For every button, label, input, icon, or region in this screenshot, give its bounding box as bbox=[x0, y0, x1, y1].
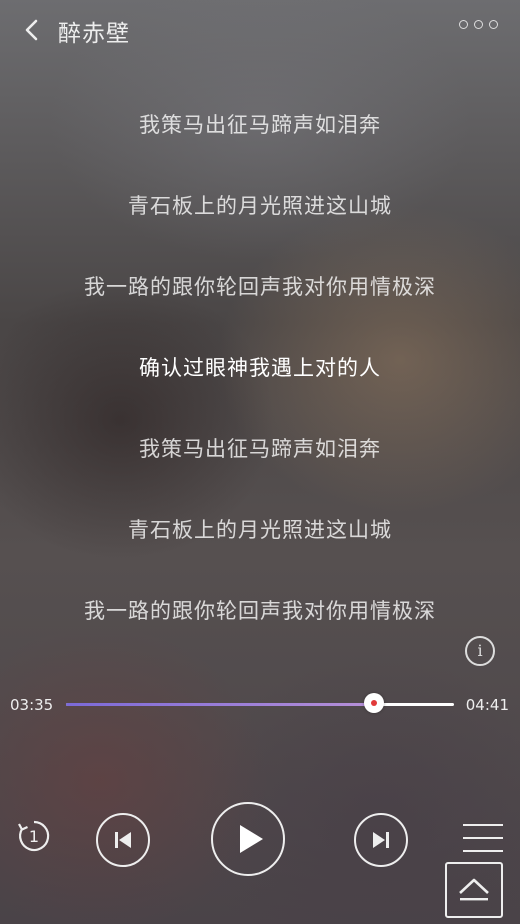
more-horizontal-icon[interactable] bbox=[459, 20, 498, 29]
lyric-line: 我一路的跟你轮回声我对你用情极深 bbox=[84, 599, 436, 623]
total-time: 04:41 bbox=[465, 696, 509, 714]
lyric-line: 我策马出征马蹄声如泪奔 bbox=[139, 113, 381, 137]
svg-text:1: 1 bbox=[29, 827, 39, 846]
lyric-line: 青石板上的月光照进这山城 bbox=[128, 194, 392, 218]
collapse-button[interactable] bbox=[445, 862, 503, 918]
previous-button[interactable] bbox=[96, 813, 150, 867]
chevron-left-icon[interactable] bbox=[18, 16, 46, 44]
lyric-line: 青石板上的月光照进这山城 bbox=[128, 518, 392, 542]
top-bar: 醉赤壁 bbox=[0, 0, 520, 60]
progress-fill bbox=[66, 703, 375, 706]
next-button[interactable] bbox=[354, 813, 408, 867]
repeat-one-button[interactable]: 1 bbox=[16, 818, 52, 854]
lyric-line-current: 确认过眼神我遇上对的人 bbox=[139, 356, 381, 380]
more-dot bbox=[489, 20, 498, 29]
info-icon[interactable]: i bbox=[465, 636, 495, 666]
progress-thumb[interactable] bbox=[364, 693, 385, 713]
more-dot bbox=[474, 20, 483, 29]
more-dot bbox=[459, 20, 468, 29]
playlist-button[interactable] bbox=[463, 822, 503, 854]
lyric-line: 我策马出征马蹄声如泪奔 bbox=[139, 437, 381, 461]
list-icon bbox=[463, 824, 503, 852]
chevron-up-icon bbox=[459, 878, 489, 901]
play-button[interactable] bbox=[211, 802, 285, 876]
current-time: 03:35 bbox=[10, 696, 54, 714]
repeat-one-icon: 1 bbox=[18, 820, 50, 852]
lyric-line: 我一路的跟你轮回声我对你用情极深 bbox=[84, 275, 436, 299]
progress-slider[interactable] bbox=[66, 693, 454, 713]
play-icon bbox=[240, 825, 263, 853]
skip-forward-icon bbox=[373, 832, 389, 848]
skip-back-icon bbox=[115, 832, 131, 848]
song-title: 醉赤壁 bbox=[58, 21, 130, 47]
lyrics-panel[interactable]: 我策马出征马蹄声如泪奔 青石板上的月光照进这山城 我一路的跟你轮回声我对你用情极… bbox=[0, 100, 520, 667]
